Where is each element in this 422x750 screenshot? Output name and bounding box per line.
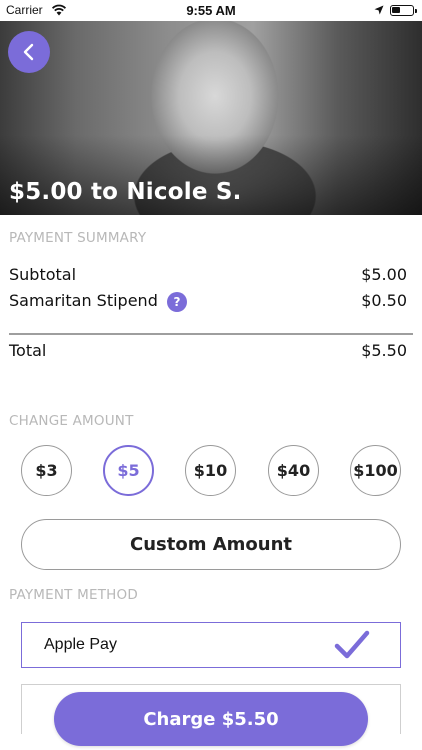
summary-divider [9, 333, 413, 335]
charge-button[interactable]: Charge $5.50 [54, 692, 368, 746]
recipient-title: $5.00 to Nicole S. [9, 179, 242, 205]
payment-summary-heading: PAYMENT SUMMARY [9, 230, 147, 246]
back-button[interactable] [8, 31, 50, 73]
recipient-photo: $5.00 to Nicole S. [0, 21, 422, 215]
location-arrow-icon [374, 5, 384, 15]
total-label: Total [9, 341, 47, 360]
question-icon[interactable]: ? [167, 292, 187, 312]
battery-icon [390, 5, 417, 16]
stipend-row: Samaritan Stipend ? $0.50 [9, 291, 407, 313]
stipend-label: Samaritan Stipend [9, 291, 158, 310]
payment-option-label: Apple Pay [44, 636, 117, 653]
amount-option-10[interactable]: $10 [185, 445, 236, 496]
total-row: Total $5.50 [9, 341, 407, 363]
back-chevron-icon [23, 43, 34, 61]
checkmark-icon [334, 630, 370, 659]
payment-method-heading: PAYMENT METHOD [9, 587, 138, 603]
stipend-value: $0.50 [361, 291, 407, 310]
subtotal-value: $5.00 [361, 265, 407, 284]
change-amount-heading: CHANGE AMOUNT [9, 413, 134, 429]
payment-option-apple-pay[interactable]: Apple Pay [21, 622, 401, 668]
amount-option-40[interactable]: $40 [268, 445, 319, 496]
subtotal-label: Subtotal [9, 265, 77, 284]
amount-option-3[interactable]: $3 [21, 445, 72, 496]
subtotal-row: Subtotal $5.00 [9, 265, 407, 287]
amount-option-100[interactable]: $100 [350, 445, 401, 496]
clock: 9:55 AM [186, 3, 236, 18]
custom-amount-button[interactable]: Custom Amount [21, 519, 401, 570]
status-bar: Carrier 9:55 AM [0, 0, 422, 21]
total-value: $5.50 [361, 341, 407, 360]
amount-option-5[interactable]: $5 [103, 445, 154, 496]
